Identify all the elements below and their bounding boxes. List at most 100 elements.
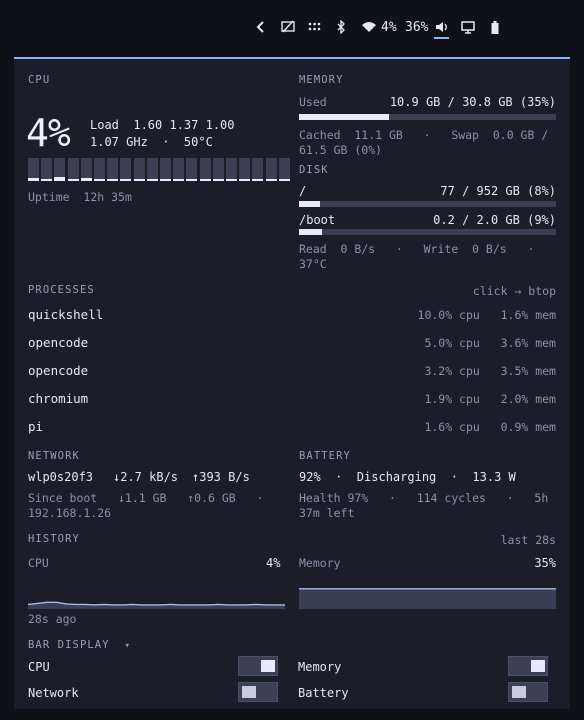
process-stat: 5.0% cpu 3.6% mem: [424, 336, 556, 350]
cpu-core-bar: [41, 158, 53, 181]
toggle-knob: [242, 686, 256, 698]
bar-display-label: BAR DISPLAY: [28, 639, 110, 651]
bar-display-cpu-toggle[interactable]: [238, 656, 278, 676]
cpu-core-bar: [173, 158, 185, 181]
bar-display-network-toggle[interactable]: [238, 682, 278, 702]
disk-io-line1: Read 0 B/s · Write 0 B/s ·: [299, 242, 535, 256]
process-name: pi: [28, 419, 44, 434]
volume-icon[interactable]: [435, 18, 449, 36]
process-stat: 1.9% cpu 2.0% mem: [424, 392, 556, 406]
bar-display-memory-label: Memory: [298, 660, 342, 674]
uptime-value: 12h 35m: [83, 190, 132, 204]
wifi-icon[interactable]: [361, 18, 377, 36]
cpu-core-bar-fill: [278, 179, 290, 181]
cpu-core-bar-fill: [252, 179, 264, 181]
cpu-core-bar: [133, 158, 145, 181]
disk-io-line2: 37°C: [299, 257, 327, 271]
process-row[interactable]: opencode 3.2% cpu 3.5% mem: [28, 361, 556, 389]
history-line: [28, 601, 285, 606]
disk-boot-bar-fill: [299, 229, 323, 235]
bar-display-battery-toggle[interactable]: [508, 682, 548, 702]
monitor-icon[interactable]: [461, 18, 475, 36]
bluetooth-icon[interactable]: [336, 18, 346, 36]
history-area: [299, 588, 556, 609]
disk-section-title: DISK: [299, 164, 329, 176]
network-iface: wlp0s20f3: [28, 470, 94, 484]
grid-dots-icon[interactable]: [308, 18, 321, 36]
bar-display-memory-toggle[interactable]: [508, 656, 548, 676]
history-memory-value: 35%: [534, 556, 556, 570]
process-name: quickshell: [28, 307, 104, 322]
battery-icon[interactable]: [491, 18, 499, 36]
chevron-left-icon[interactable]: [255, 18, 267, 36]
process-row[interactable]: pi 1.6% cpu 0.9% mem: [28, 417, 556, 445]
cpu-core-bar: [160, 158, 171, 181]
cpu-core-bar-fill: [186, 179, 198, 181]
cpu-history-graph: [28, 601, 285, 609]
chevron-down-icon: ▾: [124, 641, 132, 651]
process-row[interactable]: chromium 1.9% cpu 2.0% mem: [28, 389, 556, 417]
cpu-core-bar-fill: [67, 179, 79, 181]
memory-section-title: MEMORY: [299, 74, 344, 86]
toggle-knob: [531, 660, 545, 672]
disk-root-bar-fill: [299, 201, 320, 207]
cpu-core-bar-fill: [54, 177, 66, 181]
toggle-knob: [512, 686, 526, 698]
disk-root-value: 77 / 952 GB (8%): [440, 184, 556, 198]
uptime-label: Uptime: [28, 190, 70, 204]
load-values: 1.60 1.37 1.00: [133, 118, 235, 132]
top-bar: 4% 36%: [0, 0, 584, 52]
screen-off-icon[interactable]: [281, 18, 295, 36]
wifi-percent: 4%: [381, 19, 397, 35]
cpu-core-bar-fill: [28, 178, 39, 181]
network-section-title: NETWORK: [28, 450, 80, 462]
memory-history-graph: [299, 588, 556, 609]
cpu-core-bar-fill: [226, 179, 237, 181]
cpu-core-bar: [186, 158, 198, 181]
battery-status: 92% · Discharging · 13.3 W: [299, 470, 516, 484]
cpu-freq-temp: 1.07 GHz · 50°C: [90, 135, 213, 149]
process-stat: 1.6% cpu 0.9% mem: [424, 420, 556, 434]
history-cpu-label: CPU: [28, 556, 49, 570]
memory-used-label: Used: [299, 95, 327, 109]
history-cpu-value: 4%: [266, 556, 281, 570]
cpu-cores-graph: [28, 158, 290, 181]
cpu-core-bar-fill: [173, 179, 185, 181]
network-ip: 192.168.1.26: [28, 506, 112, 520]
cpu-core-bar: [199, 158, 211, 181]
cpu-section-title: CPU: [28, 74, 51, 86]
load-label: Load: [90, 118, 119, 132]
cpu-core-bar-fill: [265, 179, 277, 181]
cpu-core-bar: [67, 158, 79, 181]
bar-display-title[interactable]: BAR DISPLAY ▾: [28, 639, 131, 651]
network-up-rate: ↑393 B/s: [192, 470, 250, 484]
bar-display-cpu-label: CPU: [28, 660, 50, 674]
network-down-rate: ↓2.7 kB/s: [113, 470, 179, 484]
cpu-load-label: Load 1.60 1.37 1.00: [90, 118, 235, 132]
cpu-core-bar: [265, 158, 277, 181]
cpu-core-bar-fill: [199, 179, 211, 181]
process-row[interactable]: opencode 5.0% cpu 3.6% mem: [28, 333, 556, 361]
cpu-core-bar-fill: [107, 179, 119, 181]
cpu-core-bar: [146, 158, 158, 181]
cpu-core-bar: [120, 158, 132, 181]
cpu-core-bar: [107, 158, 119, 181]
cpu-core-bar-fill: [146, 179, 158, 181]
battery-section-title: BATTERY: [299, 450, 351, 462]
disk-boot-bar: [299, 229, 556, 235]
cpu-core-bar: [28, 158, 39, 181]
process-row[interactable]: quickshell 10.0% cpu 1.6% mem: [28, 305, 556, 333]
battery-health-line2: 37m left: [299, 506, 355, 520]
process-name: opencode: [28, 363, 89, 378]
cpu-core-bar: [212, 158, 224, 181]
cpu-core-bar: [239, 158, 251, 181]
disk-boot-value: 0.2 / 2.0 GB (9%): [433, 213, 556, 227]
cpu-core-bar: [94, 158, 105, 181]
battery-health-line1: Health 97% · 114 cycles · 5h: [299, 491, 549, 505]
volume-active-indicator: [434, 37, 449, 39]
bar-display-battery-label: Battery: [298, 686, 349, 700]
btop-link[interactable]: click → btop: [473, 284, 556, 298]
system-monitor-panel: CPU 4% Load 1.60 1.37 1.00 1.07 GHz · 50…: [14, 57, 570, 709]
process-name: opencode: [28, 335, 89, 350]
memory-cached-line2: 61.5 GB (0%): [299, 143, 383, 157]
